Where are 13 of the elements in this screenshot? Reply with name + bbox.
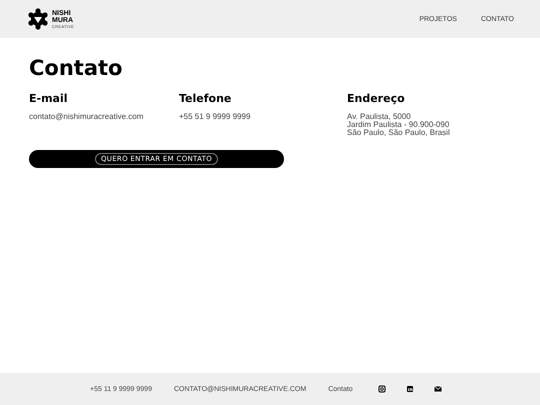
column-heading: Telefone bbox=[179, 92, 232, 105]
contact-info: Av. Paulista, 5000 bbox=[347, 113, 412, 121]
contact-info: Jardim Paulista - 90.900-090 bbox=[347, 121, 450, 129]
page-title: Contato bbox=[29, 56, 124, 80]
linkedin-icon[interactable] bbox=[406, 385, 414, 393]
contact-info: contato@nishimuracreative.com bbox=[29, 113, 144, 121]
column-heading: E-mail bbox=[29, 92, 69, 105]
instagram-icon[interactable] bbox=[378, 385, 386, 393]
email-icon[interactable] bbox=[434, 385, 442, 393]
contact-info: São Paulo, São Paulo, Brasil bbox=[347, 129, 451, 137]
logo-icon bbox=[27, 8, 49, 30]
column-heading: Endereço bbox=[347, 92, 406, 105]
contact-info: +55 51 9 9999 9999 bbox=[179, 113, 252, 121]
